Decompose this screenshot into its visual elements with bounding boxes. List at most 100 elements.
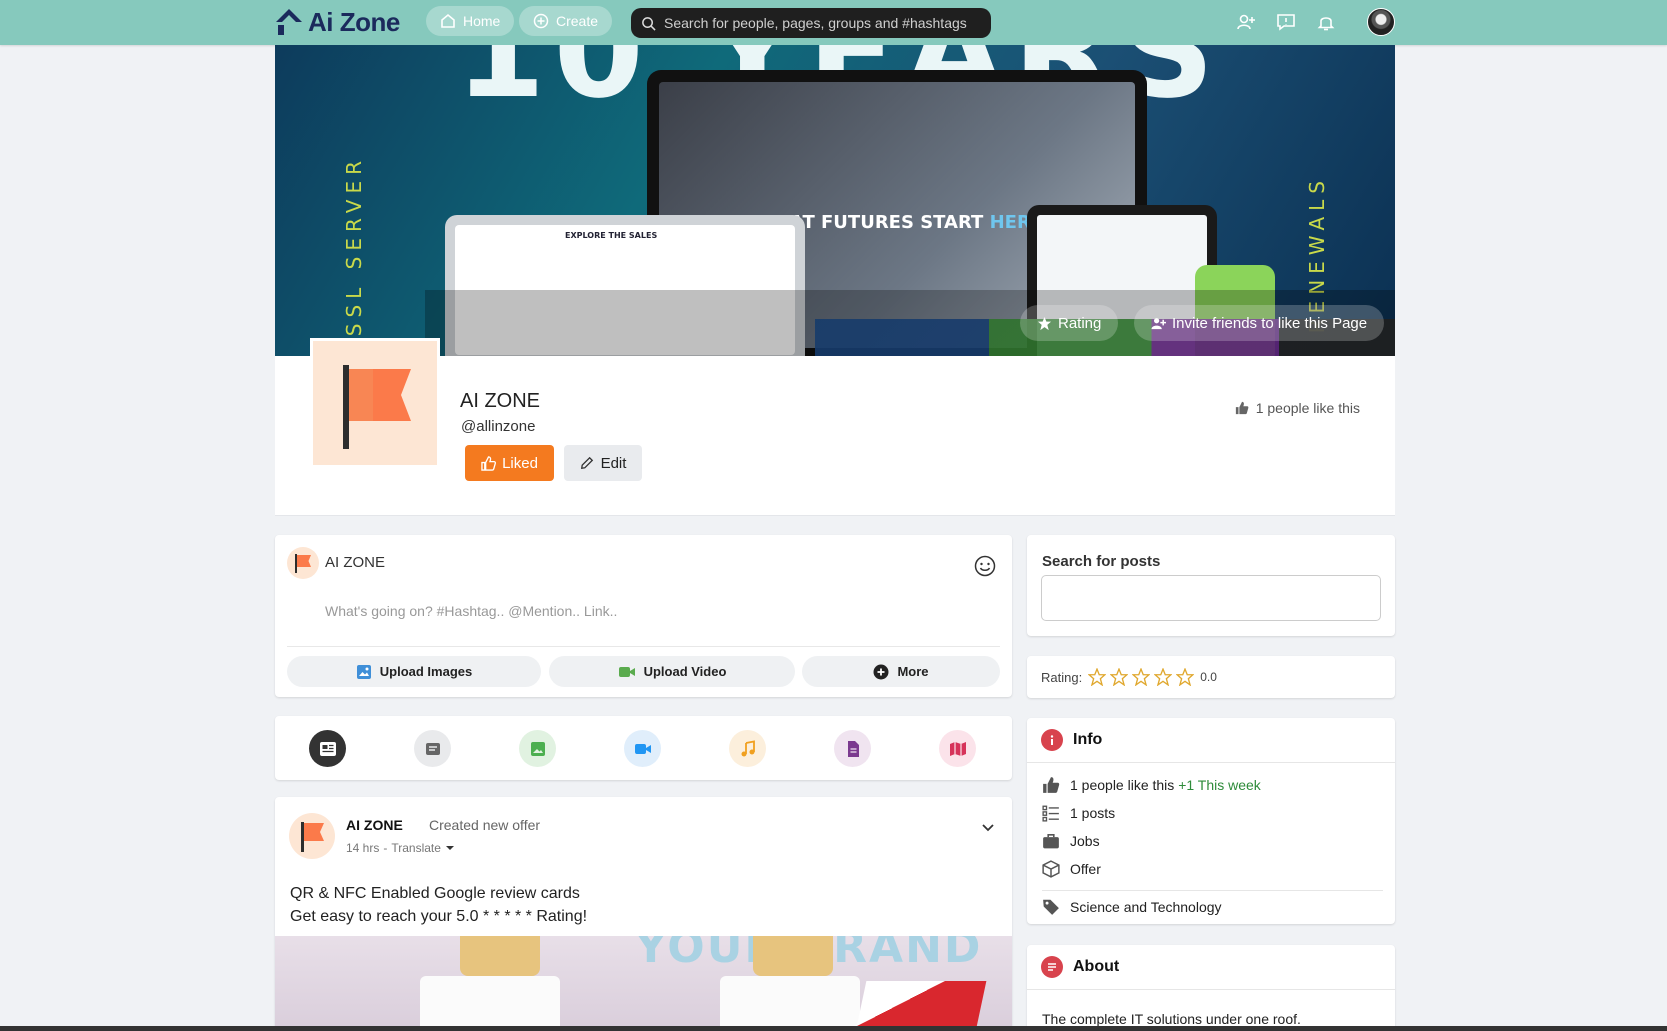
thumbs-up-icon xyxy=(1235,401,1249,415)
rating-stars xyxy=(1088,668,1195,686)
review-card-left xyxy=(420,976,560,1031)
feed-post: AI ZONE Created new offer 14 hrs - Trans… xyxy=(275,797,1012,1031)
card-stand-left xyxy=(460,936,540,976)
info-likes-week: +1 This week xyxy=(1178,777,1261,793)
page-likes-count: 1 people like this xyxy=(1235,400,1360,416)
tag-icon xyxy=(1043,899,1059,915)
add-friend-icon[interactable] xyxy=(1234,10,1258,34)
global-search-input[interactable] xyxy=(664,15,981,31)
site-logo[interactable]: Ai Zone xyxy=(274,4,400,40)
pencil-icon xyxy=(580,456,593,470)
about-icon xyxy=(1041,956,1063,978)
info-jobs-row[interactable]: Jobs xyxy=(1042,832,1100,850)
star-icon xyxy=(1037,316,1052,330)
post-line-1: QR & NFC Enabled Google review cards xyxy=(290,885,580,902)
info-title: Info xyxy=(1073,731,1103,748)
upload-video-label: Upload Video xyxy=(643,664,727,679)
invite-friends-button[interactable]: Invite friends to like this Page xyxy=(1134,305,1385,341)
music-icon[interactable] xyxy=(729,730,766,767)
photos-icon[interactable] xyxy=(519,730,556,767)
search-posts-input[interactable] xyxy=(1041,575,1381,621)
post-composer: AI ZONE Upload Images Upload Video More xyxy=(275,535,1012,697)
thumbs-up-icon xyxy=(481,455,497,471)
about-header: About xyxy=(1041,956,1119,978)
flag-icon xyxy=(343,365,411,449)
caret-down-icon[interactable] xyxy=(445,844,455,852)
page-avatar[interactable] xyxy=(310,338,440,468)
search-icon xyxy=(642,16,656,31)
home-label: Home xyxy=(463,13,501,29)
search-posts-title: Search for posts xyxy=(1042,553,1161,570)
search-posts-card: Search for posts xyxy=(1027,535,1395,636)
info-category: Science and Technology xyxy=(1070,899,1222,915)
emoji-icon[interactable] xyxy=(974,555,996,577)
edit-label: Edit xyxy=(600,454,627,472)
notifications-icon[interactable] xyxy=(1314,10,1338,34)
post-time[interactable]: 14 hrs xyxy=(346,841,379,855)
post-author[interactable]: AI ZONE xyxy=(346,817,403,833)
all-posts-icon[interactable] xyxy=(309,730,346,767)
top-navbar: Ai Zone Home Create xyxy=(0,0,1667,45)
post-line-2: Get easy to reach your 5.0 * * * * * Rat… xyxy=(290,908,588,925)
info-card: Info 1 people like this +1 This week 1 p… xyxy=(1027,718,1395,924)
post-action: Created new offer xyxy=(429,817,541,833)
messages-icon[interactable] xyxy=(1274,10,1298,34)
composer-avatar xyxy=(287,547,319,579)
upload-images-label: Upload Images xyxy=(379,664,473,679)
post-author-avatar[interactable] xyxy=(289,813,335,859)
maps-icon[interactable] xyxy=(939,730,976,767)
home-icon xyxy=(441,13,455,28)
about-divider xyxy=(1027,989,1395,990)
bottom-edge xyxy=(0,1026,1667,1031)
star-outline-icon[interactable] xyxy=(1110,668,1129,686)
about-card: About The complete IT solutions under on… xyxy=(1027,945,1395,1031)
info-divider xyxy=(1027,762,1395,763)
info-header: Info xyxy=(1041,729,1102,751)
composer-input[interactable] xyxy=(325,603,945,619)
info-posts: 1 posts xyxy=(1070,805,1116,821)
logo-text: Ai Zone xyxy=(308,6,400,37)
user-avatar[interactable] xyxy=(1367,8,1395,36)
flag-icon xyxy=(301,822,324,852)
info-likes-text: 1 people like this +1 This week xyxy=(1070,777,1261,793)
info-likes: 1 people like this xyxy=(1070,777,1175,793)
post-image[interactable]: YOUR BRAND xyxy=(275,936,1012,1031)
edit-button[interactable]: Edit xyxy=(564,445,642,481)
rating-card: Rating: 0.0 xyxy=(1027,656,1395,698)
create-label: Create xyxy=(556,13,599,29)
star-outline-icon[interactable] xyxy=(1176,668,1195,686)
video-camera-icon xyxy=(618,666,635,677)
plus-circle-icon xyxy=(533,13,549,29)
upload-video-button[interactable]: Upload Video xyxy=(549,656,795,687)
more-label: More xyxy=(897,664,929,679)
video-icon[interactable] xyxy=(624,730,661,767)
rating-button[interactable]: Rating xyxy=(1020,305,1119,341)
info-offer-row[interactable]: Offer xyxy=(1042,860,1101,878)
logo-mark-icon xyxy=(276,9,302,35)
star-outline-icon[interactable] xyxy=(1132,668,1151,686)
card-stand-right xyxy=(753,936,833,976)
files-icon[interactable] xyxy=(834,730,871,767)
text-icon[interactable] xyxy=(414,730,451,767)
upload-images-button[interactable]: Upload Images xyxy=(287,656,541,687)
star-outline-icon[interactable] xyxy=(1088,668,1107,686)
chevron-down-icon[interactable] xyxy=(980,819,996,835)
home-button[interactable]: Home xyxy=(426,6,515,36)
page-name: AI ZONE xyxy=(460,390,541,412)
info-separator xyxy=(1042,890,1383,891)
rating-value: 0.0 xyxy=(1200,670,1217,684)
briefcase-icon xyxy=(1043,834,1059,849)
info-category-row[interactable]: Science and Technology xyxy=(1042,898,1222,916)
info-offer: Offer xyxy=(1070,861,1101,877)
liked-button[interactable]: Liked xyxy=(465,445,554,481)
post-filter-tabs xyxy=(275,716,1012,780)
users-icon xyxy=(1151,317,1166,329)
info-icon xyxy=(1041,729,1063,751)
more-button[interactable]: More xyxy=(802,656,1000,687)
page-likes-text: 1 people like this xyxy=(1255,400,1360,416)
page-handle: @allinzone xyxy=(461,418,536,435)
star-outline-icon[interactable] xyxy=(1154,668,1173,686)
translate-link[interactable]: Translate xyxy=(391,841,441,855)
create-button[interactable]: Create xyxy=(519,6,613,36)
composer-divider xyxy=(287,646,1000,647)
